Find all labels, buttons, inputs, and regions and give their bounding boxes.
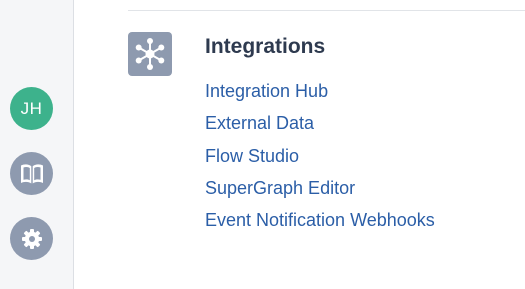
sidebar: JH xyxy=(0,0,74,289)
avatar-initials: JH xyxy=(20,98,43,118)
link-event-notification-webhooks[interactable]: Event Notification Webhooks xyxy=(205,208,435,240)
top-divider xyxy=(128,10,525,11)
link-flow-studio[interactable]: Flow Studio xyxy=(205,144,435,176)
settings-button[interactable] xyxy=(10,217,53,260)
integrations-links: Integration Hub External Data Flow Studi… xyxy=(205,79,435,240)
link-external-data[interactable]: External Data xyxy=(205,111,435,143)
gear-icon xyxy=(21,228,42,249)
integrations-hub-icon xyxy=(135,38,165,70)
docs-button[interactable] xyxy=(10,152,53,195)
link-integration-hub[interactable]: Integration Hub xyxy=(205,79,435,111)
link-supergraph-editor[interactable]: SuperGraph Editor xyxy=(205,176,435,208)
user-avatar[interactable]: JH xyxy=(10,87,53,130)
integrations-section-icon xyxy=(128,32,172,76)
page: JH Integrations Integration Hub External… xyxy=(0,0,525,289)
section-title: Integrations xyxy=(205,35,326,58)
book-icon xyxy=(20,163,43,183)
